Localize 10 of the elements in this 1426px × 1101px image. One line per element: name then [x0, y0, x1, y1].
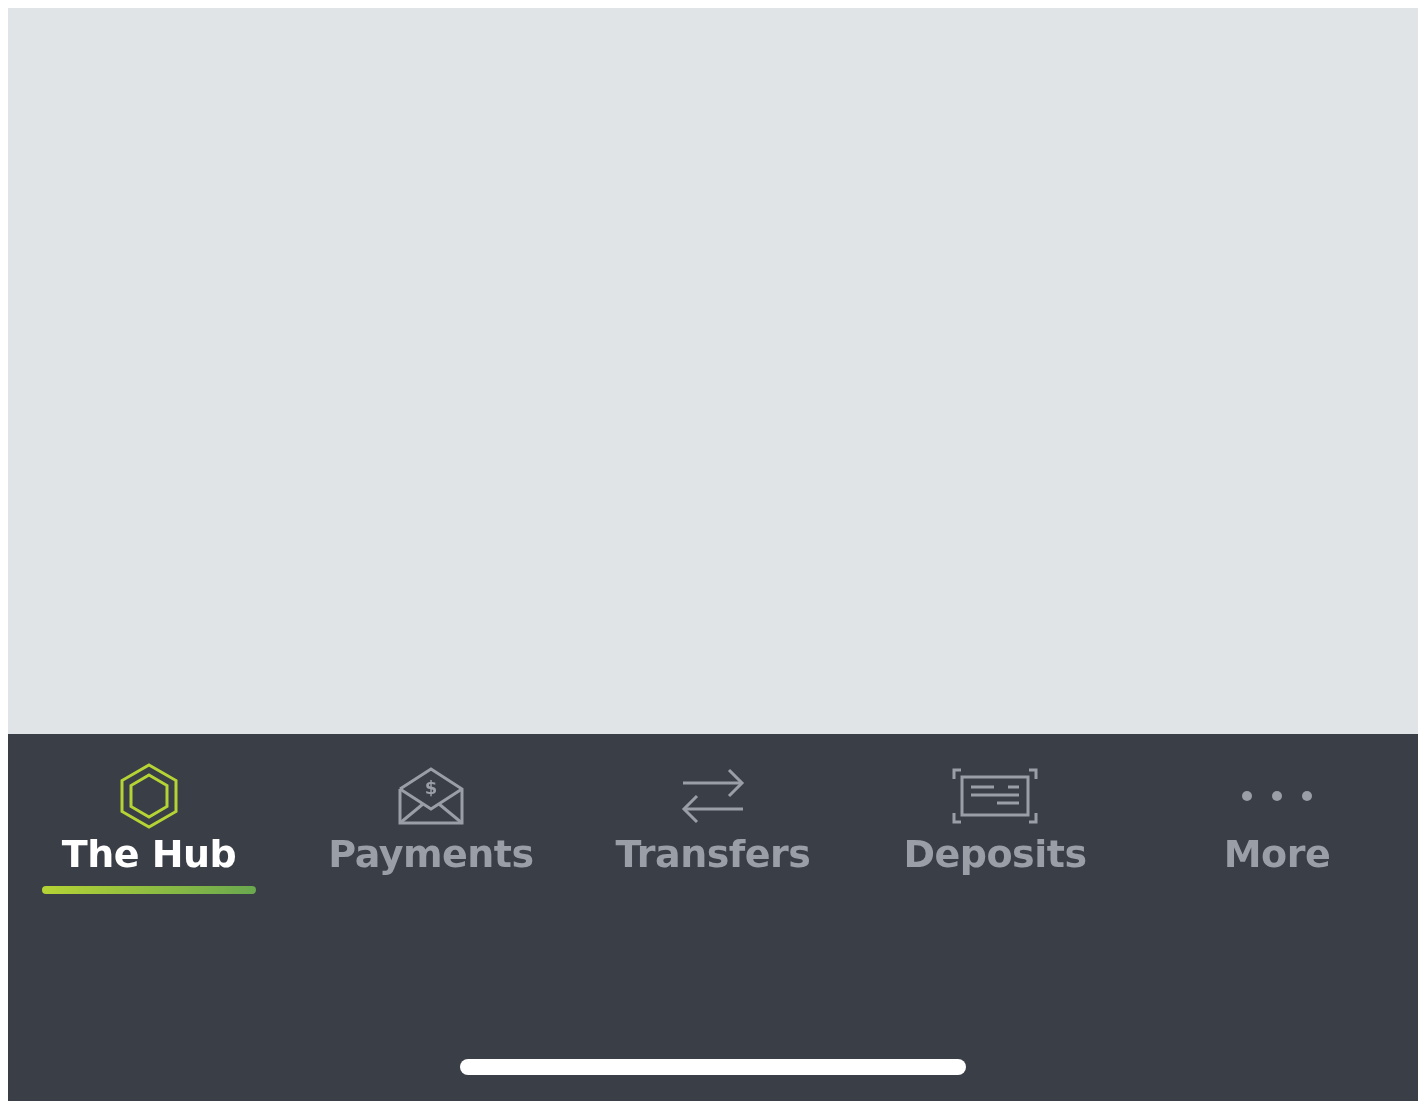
tab[interactable]: More [1136, 762, 1418, 894]
hexagon-icon [119, 763, 179, 829]
envelope-dollar-icon: $ [398, 767, 464, 825]
tab[interactable]: $ Payments [290, 762, 572, 894]
tab[interactable]: Transfers [572, 762, 854, 894]
tab[interactable]: The Hub [8, 762, 290, 894]
more-icon [1241, 789, 1313, 803]
tab[interactable]: Deposits [854, 762, 1136, 894]
swap-arrows-icon [681, 767, 745, 825]
check-scan-icon [952, 768, 1038, 824]
